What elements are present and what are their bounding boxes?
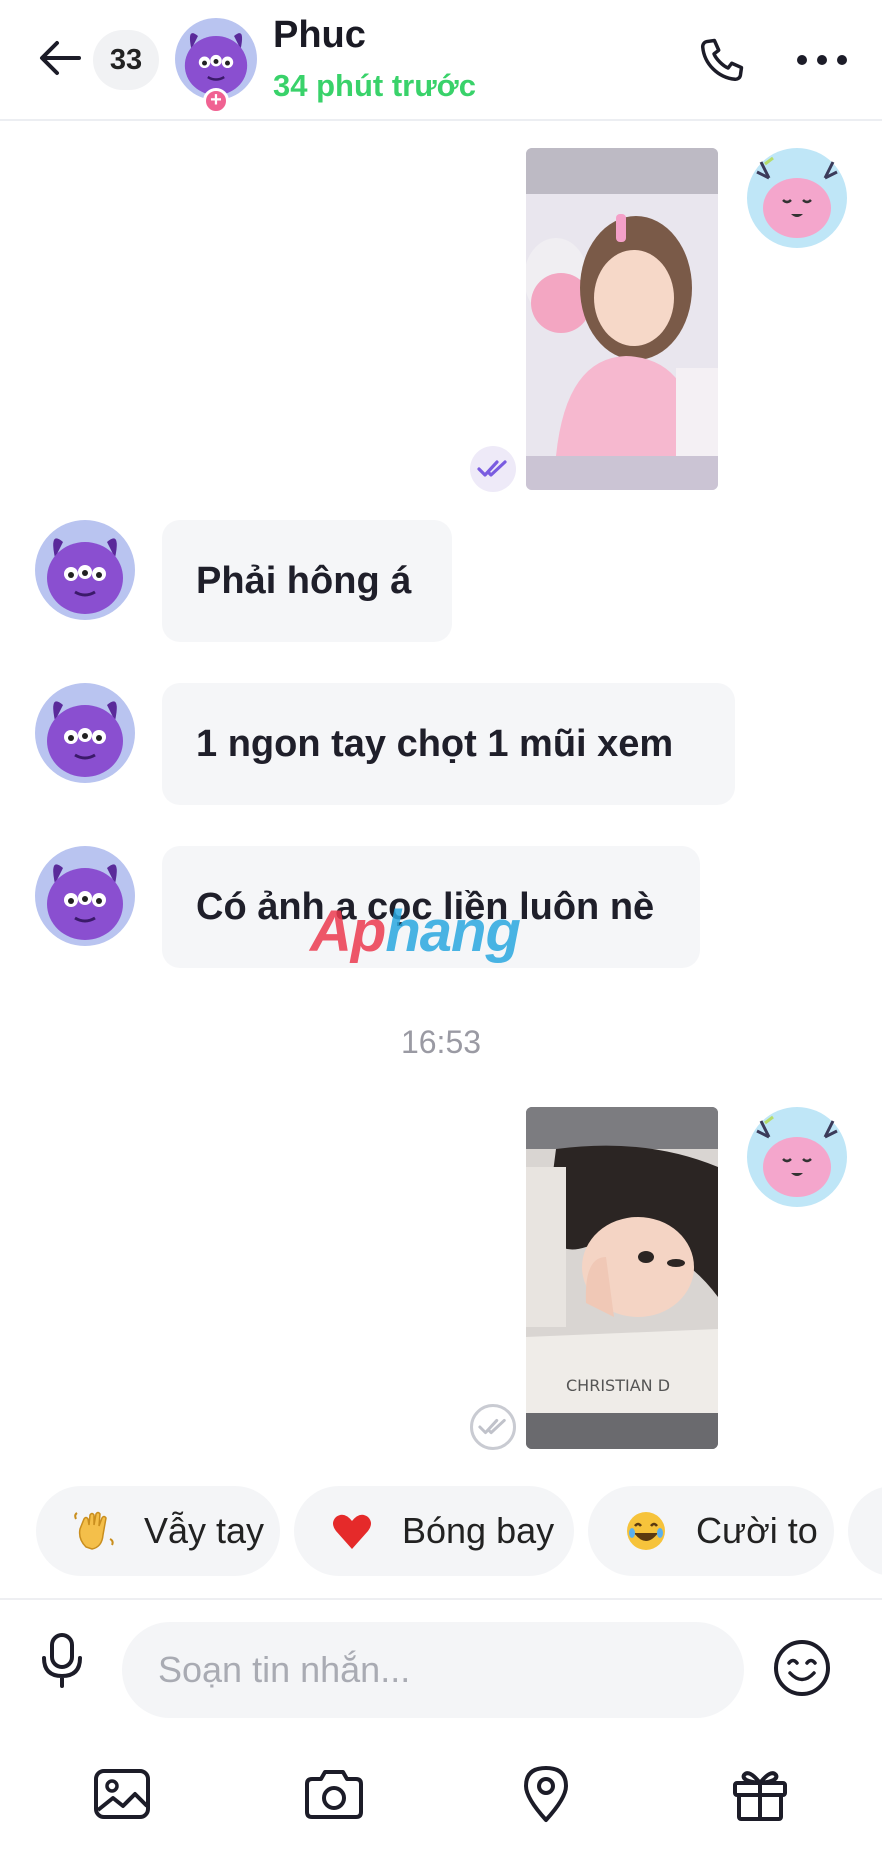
contact-avatar[interactable] [35,846,135,946]
my-avatar[interactable] [747,1107,847,1207]
camera-icon [305,1770,363,1819]
composer [0,1598,882,1718]
arrow-left-icon [40,41,81,75]
laughing-face-icon [624,1509,668,1553]
camera-button[interactable] [300,1760,368,1828]
message-text: 1 ngon tay chọt 1 mũi xem [196,722,674,765]
message-image[interactable] [526,148,718,490]
double-check-icon [478,1418,506,1435]
message-input[interactable] [122,1622,744,1718]
svg-text:CHRISTIAN D: CHRISTIAN D [566,1376,670,1395]
quick-reaction-label: Cười to [696,1510,818,1551]
photo-thumbnail: CHRISTIAN D [526,1107,718,1449]
last-seen-status: 34 phút trước [273,68,476,103]
timestamp-separator: 16:53 [400,1024,482,1060]
photo-thumbnail [526,148,718,490]
quick-reaction-label: Vẫy tay [144,1510,265,1551]
add-friend-icon[interactable]: + [203,88,229,114]
unread-count-badge[interactable]: 33 [93,30,159,90]
location-pin-icon [524,1766,568,1822]
gift-icon [733,1771,787,1821]
contact-avatar[interactable] [35,683,135,783]
phone-icon [700,38,744,82]
double-check-icon [477,460,507,477]
back-button[interactable] [32,30,88,86]
message-bubble[interactable]: 1 ngon tay chọt 1 mũi xem [162,683,735,805]
quick-reaction-heart[interactable]: Bóng bay [294,1486,574,1576]
attachment-toolbar [0,1760,882,1840]
sent-receipt [470,1404,516,1450]
more-horizontal-icon [797,55,847,65]
quick-reaction-laugh[interactable]: Cười to [588,1486,834,1576]
chat-header: 33 + Phuc 34 phút trước [0,0,882,121]
message-text: Có ảnh a cọc liền luôn nè [196,885,655,928]
smiley-icon [774,1640,830,1696]
more-options-button[interactable] [790,28,854,92]
message-bubble[interactable]: Có ảnh a cọc liền luôn nè [162,846,700,968]
quick-reaction-label: Bóng bay [402,1510,555,1551]
red-heart-icon [330,1509,374,1553]
quick-reaction-wave[interactable]: Vẫy tay [36,1486,280,1576]
image-icon [94,1769,150,1819]
message-text: Phải hông á [196,559,412,602]
read-receipt [470,446,516,492]
emoji-button[interactable] [770,1636,834,1700]
message-image[interactable]: CHRISTIAN D [526,1107,718,1449]
location-button[interactable] [512,1760,580,1828]
message-bubble[interactable]: Phải hông á [162,520,452,642]
contact-name: Phuc [273,14,366,56]
quick-reaction-more[interactable] [848,1486,882,1576]
gallery-button[interactable] [88,1760,156,1828]
microphone-icon [42,1633,82,1688]
waving-hand-icon [72,1509,116,1553]
contact-avatar[interactable] [35,520,135,620]
my-avatar[interactable] [747,148,847,248]
call-button[interactable] [690,28,754,92]
gift-button[interactable] [726,1760,794,1828]
quick-reaction-bar: Vẫy tay Bóng bay Cười to [0,1486,882,1576]
voice-message-button[interactable] [32,1630,92,1690]
